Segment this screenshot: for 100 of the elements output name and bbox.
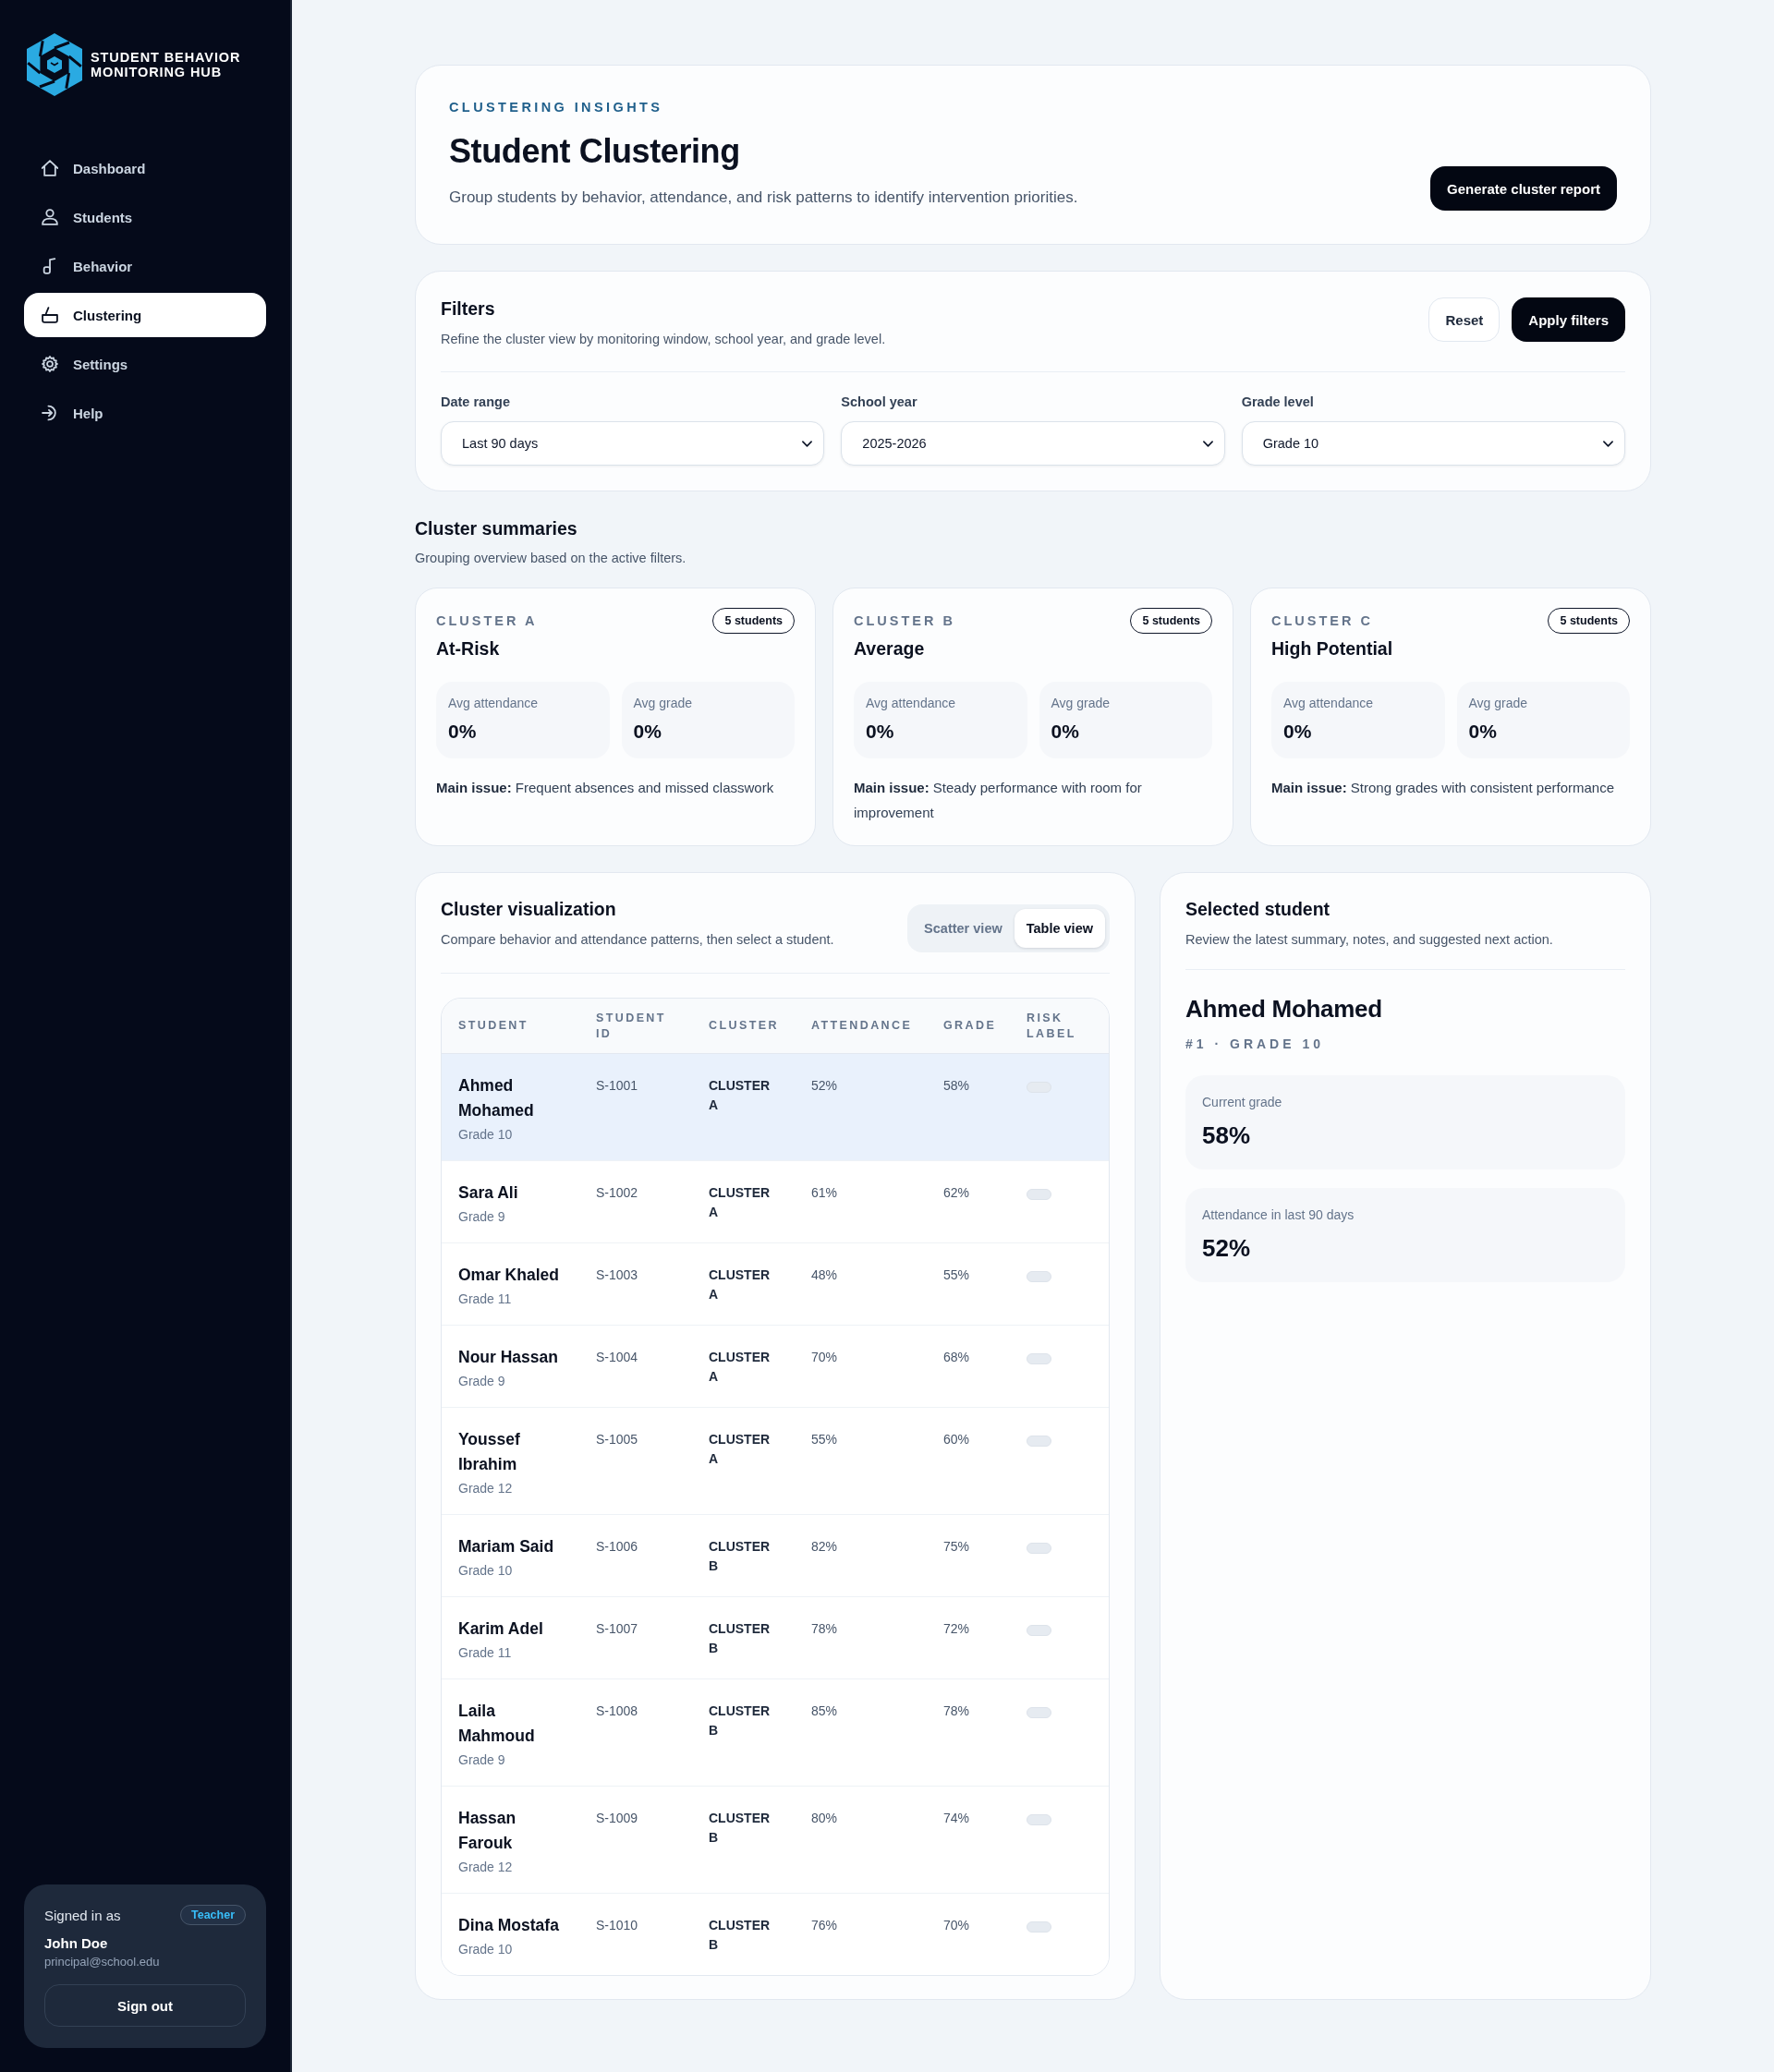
chevron-down-icon [1202, 440, 1213, 447]
stat-label: Attendance in last 90 days [1202, 1206, 1355, 1223]
student-grade-level: Grade 10 [458, 1562, 513, 1580]
table-cell-text: 78% [943, 1702, 970, 1720]
empty-pill-icon [1027, 1271, 1051, 1282]
table-row[interactable]: Ahmed Mohamed Grade 10 S-1001 CLUSTER A 52% 58% [442, 1054, 1109, 1160]
stat-value: 0% [1283, 720, 1312, 744]
column-header: STUDENT [458, 1018, 529, 1034]
table-cell-text: 76% [811, 1917, 838, 1934]
student-name: Sara Ali [458, 1182, 518, 1204]
main-issue-text: Main issue: Frequent absences and missed classwork [436, 779, 774, 797]
student-name: Mariam Said [458, 1536, 554, 1557]
table-cell-text: 85% [811, 1702, 838, 1720]
eyebrow-label: CLUSTERING INSIGHTS [449, 100, 663, 115]
table-cell-text: 48% [811, 1266, 838, 1284]
table-cell-text: S-1002 [596, 1184, 638, 1202]
generate-report-button[interactable]: Generate cluster report [1430, 166, 1617, 211]
table-cell-text: 52% [811, 1077, 838, 1095]
dropdown-field[interactable]: 2025-2026 [841, 421, 1225, 466]
table-cell-text: CLUSTER A [709, 1349, 771, 1386]
table-cell-text: S-1010 [596, 1917, 638, 1934]
sign-out-button[interactable]: Sign out [44, 1984, 246, 2027]
table-cell-text: CLUSTER A [709, 1266, 771, 1303]
field-label: Grade level [1241, 394, 1314, 410]
settings-icon [42, 356, 58, 372]
stat-label: Avg attendance [1283, 695, 1374, 711]
sidebar-nav-item[interactable]: Clustering [24, 293, 266, 337]
student-name: Ahmed Mohamed [458, 1075, 535, 1121]
section-title: Filters [441, 297, 495, 320]
table-cell-text: 55% [943, 1266, 970, 1284]
sidebar-nav-item[interactable]: Help [24, 391, 266, 435]
cluster-name: Average [854, 638, 925, 660]
view-toggle-option[interactable]: Table view [1014, 909, 1105, 948]
stat-value: 58% [1202, 1121, 1251, 1149]
table-cell-text: CLUSTER B [709, 1917, 771, 1954]
empty-pill-icon [1027, 1353, 1051, 1364]
basket-icon [42, 307, 58, 323]
field-label: School year [841, 394, 917, 410]
sidebar-nav-item[interactable]: Behavior [24, 244, 266, 288]
cluster-name: At-Risk [436, 638, 500, 660]
cluster-label: CLUSTER A [436, 613, 538, 628]
table-cell-text: 55% [811, 1431, 838, 1448]
brand-name: STUDENT BEHAVIOR MONITORING HUB [91, 50, 241, 79]
sidebar-nav-item[interactable]: Students [24, 195, 266, 239]
student-grade-level: Grade 9 [458, 1373, 505, 1390]
stat-label: Avg attendance [866, 695, 956, 711]
table-cell-text: CLUSTER A [709, 1184, 771, 1221]
student-name: Karim Adel [458, 1618, 543, 1640]
table-cell-text: 62% [943, 1184, 970, 1202]
table-cell-text: CLUSTER B [709, 1538, 771, 1575]
student-count-badge: 5 students [1130, 608, 1212, 634]
column-header: RISK LABEL [1027, 1010, 1076, 1042]
role-badge: Teacher [180, 1905, 246, 1925]
table-cell-text: S-1007 [596, 1620, 638, 1638]
table-cell-text: 80% [811, 1810, 838, 1827]
table-cell-text: CLUSTER B [709, 1702, 771, 1739]
person-icon [42, 209, 58, 225]
view-toggle-option[interactable]: Scatter view [912, 909, 1015, 948]
chevron-down-icon [1603, 440, 1613, 447]
table-cell-text: 82% [811, 1538, 838, 1556]
student-grade-level: Grade 11 [458, 1290, 512, 1308]
table-cell-text: S-1005 [596, 1431, 638, 1448]
page-title: Student Clustering [449, 131, 740, 172]
student-grade-level: Grade 10 [458, 1126, 513, 1144]
table-cell-text: CLUSTER B [709, 1620, 771, 1657]
stat-label: Avg attendance [448, 695, 539, 711]
stat-value: 0% [448, 720, 477, 744]
table-cell-text: CLUSTER A [709, 1431, 771, 1468]
table-cell-text: S-1008 [596, 1702, 638, 1720]
student-count-badge: 5 students [1548, 608, 1630, 634]
section-title: Selected student [1185, 898, 1330, 920]
signed-in-label: Signed in as [44, 1907, 121, 1923]
main-issue-text: Main issue: Strong grades with consistent performance [1271, 779, 1614, 797]
empty-pill-icon [1027, 1707, 1051, 1718]
cluster-label: CLUSTER C [1271, 613, 1373, 628]
student-grade-level: Grade 11 [458, 1644, 512, 1662]
reset-button[interactable]: Reset [1428, 297, 1501, 342]
house-icon [42, 160, 58, 176]
section-title: Cluster visualization [441, 898, 616, 920]
table-cell-text: S-1003 [596, 1266, 638, 1284]
page-subtitle: Group students by behavior, attendance, and risk patterns to identify intervention priorities. [449, 188, 1078, 207]
table-cell-text: 58% [943, 1077, 970, 1095]
stat-label: Avg grade [633, 695, 693, 711]
user-email: principal@school.edu [44, 1955, 160, 1969]
empty-pill-icon [1027, 1189, 1051, 1200]
student-grade-level: Grade 12 [458, 1480, 513, 1497]
student-name: Laila Mahmoud [458, 1701, 536, 1747]
empty-pill-icon [1027, 1436, 1051, 1447]
table-row[interactable]: Dina Mostafa Grade 10 S-1010 CLUSTER B 76% 70% [442, 1893, 1109, 1975]
arrow-into-circle-icon [42, 405, 58, 421]
dropdown-field[interactable]: Last 90 days [441, 421, 825, 466]
sidebar-nav-item[interactable]: Dashboard [24, 146, 266, 190]
table-cell-text: 68% [943, 1349, 970, 1366]
apply-filters-button[interactable]: Apply filters [1512, 297, 1625, 342]
table-cell-text: 70% [811, 1349, 838, 1366]
cluster-name: High Potential [1271, 638, 1393, 660]
cluster-label: CLUSTER B [854, 613, 955, 628]
student-meta: #1 · GRADE 10 [1185, 1036, 1325, 1051]
dropdown-field[interactable]: Grade 10 [1241, 421, 1625, 466]
sidebar-nav-item[interactable]: Settings [24, 342, 266, 386]
